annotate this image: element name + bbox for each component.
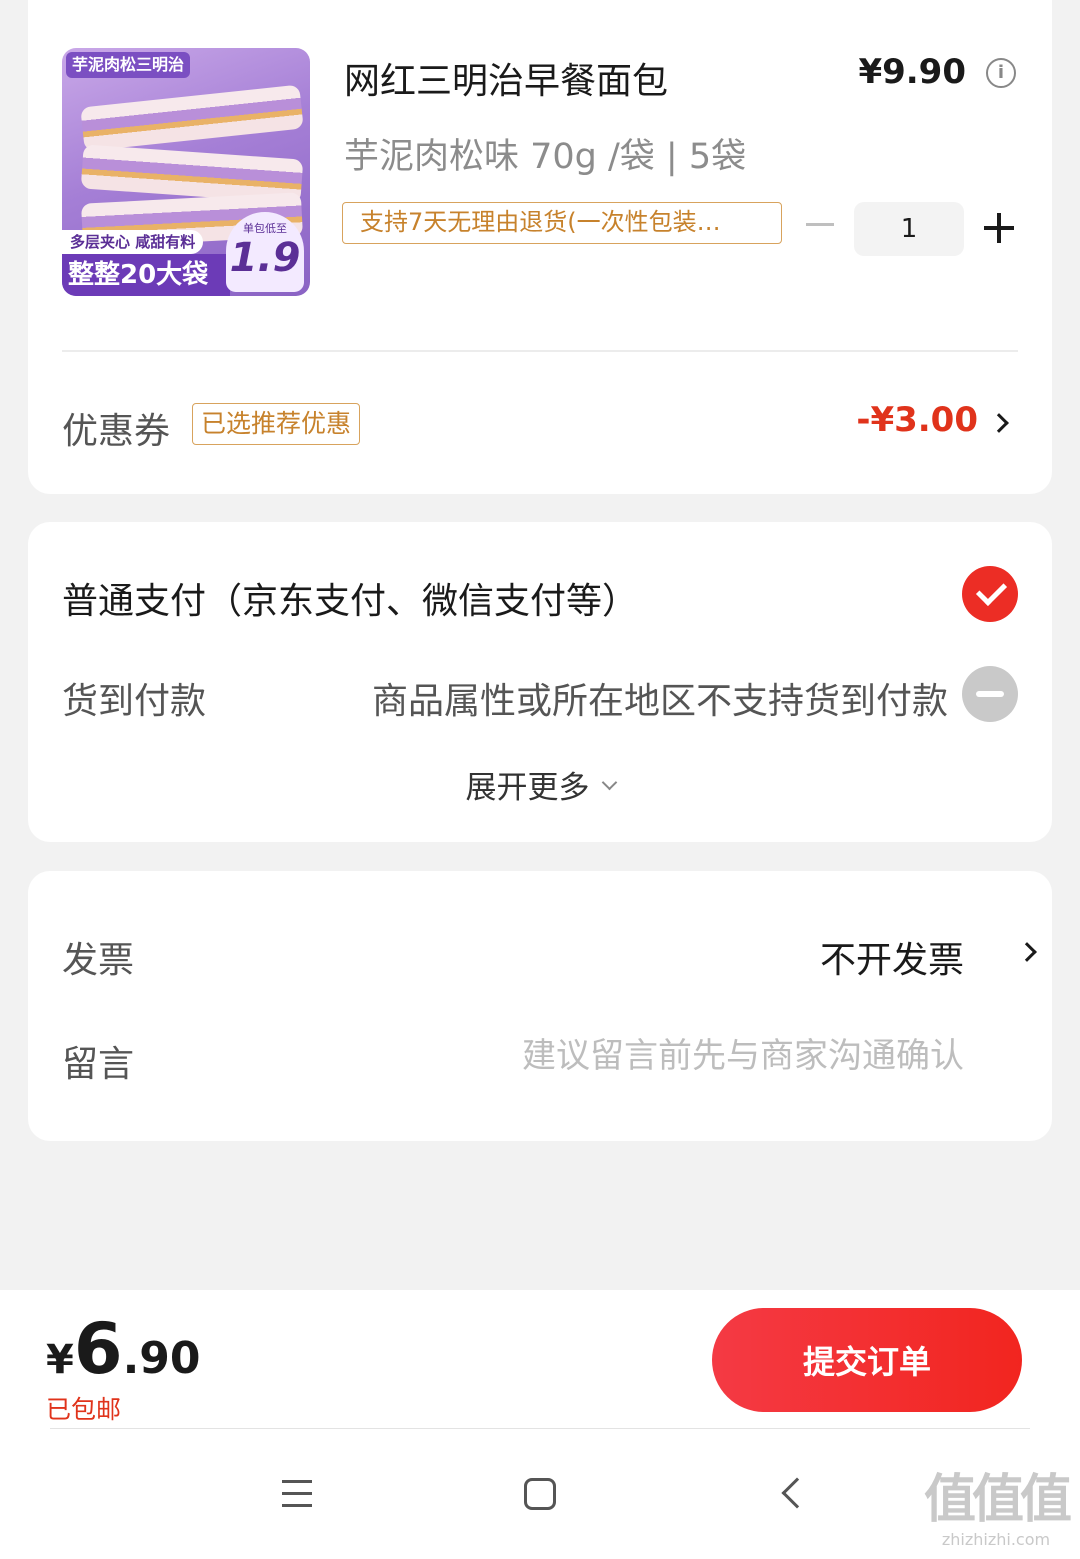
payment-card: 普通支付（京东支付、微信支付等） 货到付款 商品属性或所在地区不支持货到付款 展… bbox=[28, 522, 1052, 842]
submit-order-button[interactable]: 提交订单 bbox=[712, 1308, 1022, 1412]
total-price: ¥6.90 bbox=[46, 1308, 201, 1390]
checked-icon[interactable] bbox=[962, 566, 1018, 622]
image-tag: 芋泥肉松三明治 bbox=[66, 52, 191, 78]
coupon-label: 优惠券 bbox=[62, 411, 171, 452]
quantity-field[interactable]: 1 bbox=[854, 202, 964, 256]
product-card: 芋泥肉松三明治 多层夹心 咸甜有料 整整20大袋 单包低至 1.9 网红三明治早… bbox=[28, 0, 1052, 494]
chevron-down-icon bbox=[601, 774, 617, 791]
invoice-value[interactable]: 不开发票 bbox=[820, 931, 964, 983]
currency-symbol: ¥ bbox=[46, 1337, 74, 1383]
message-label: 留言 bbox=[62, 1044, 135, 1085]
bread-graphic bbox=[80, 84, 304, 152]
total-integer: 6 bbox=[73, 1308, 123, 1390]
product-price: ¥9.90 bbox=[858, 52, 966, 92]
cod-unavailable-note: 商品属性或所在地区不支持货到付款 bbox=[371, 681, 948, 722]
quantity-decrease-button[interactable] bbox=[804, 208, 836, 240]
image-price-note: 单包低至 bbox=[243, 222, 287, 235]
chevron-right-icon[interactable] bbox=[989, 413, 1009, 433]
expand-more-label: 展开更多 bbox=[465, 770, 590, 806]
coupon-tag: 已选推荐优惠 bbox=[192, 403, 361, 445]
checkout-bar: ¥6.90 已包邮 提交订单 bbox=[0, 1290, 1080, 1430]
invoice-label: 发票 bbox=[62, 940, 135, 981]
watermark-logo: 值值值 bbox=[923, 1470, 1072, 1530]
payment-option-normal[interactable]: 普通支付（京东支付、微信支付等） bbox=[62, 572, 638, 624]
coupon-value[interactable]: -¥3.00 bbox=[856, 400, 978, 440]
quantity-increase-button[interactable] bbox=[984, 213, 1014, 243]
image-strip: 多层夹心 咸甜有料 bbox=[62, 230, 204, 254]
back-icon[interactable] bbox=[781, 1477, 813, 1509]
divider bbox=[50, 1428, 1030, 1429]
image-price-badge: 单包低至 1.9 bbox=[226, 212, 304, 292]
shipping-status: 已包邮 bbox=[46, 1395, 122, 1424]
return-policy-tag[interactable]: 支持7天无理由退货(一次性包装… bbox=[342, 202, 782, 244]
image-price-value: 1.9 bbox=[229, 235, 301, 281]
menu-icon[interactable] bbox=[282, 1480, 312, 1508]
total-decimal: .90 bbox=[122, 1333, 201, 1384]
invoice-message-card: 发票 不开发票 留言 bbox=[28, 871, 1052, 1141]
product-image[interactable]: 芋泥肉松三明治 多层夹心 咸甜有料 整整20大袋 单包低至 1.9 bbox=[62, 48, 310, 296]
info-icon[interactable]: i bbox=[986, 58, 1016, 88]
product-title[interactable]: 网红三明治早餐面包 bbox=[344, 52, 668, 104]
watermark-site: zhizhizhi.com bbox=[941, 1530, 1051, 1549]
watermark: 值值值 zhizhizhi.com bbox=[923, 1470, 1072, 1549]
message-input[interactable] bbox=[364, 1031, 964, 1081]
divider bbox=[62, 350, 1018, 352]
payment-option-cod: 货到付款 bbox=[62, 681, 207, 722]
product-spec[interactable]: 芋泥肉松味 70g /袋 | 5袋 bbox=[344, 128, 746, 179]
home-icon[interactable] bbox=[524, 1478, 556, 1510]
image-big-text: 整整20大袋 bbox=[62, 254, 230, 296]
expand-more-button[interactable]: 展开更多 bbox=[28, 762, 1052, 807]
disabled-icon bbox=[962, 666, 1018, 722]
system-nav-bar bbox=[0, 1430, 1080, 1559]
